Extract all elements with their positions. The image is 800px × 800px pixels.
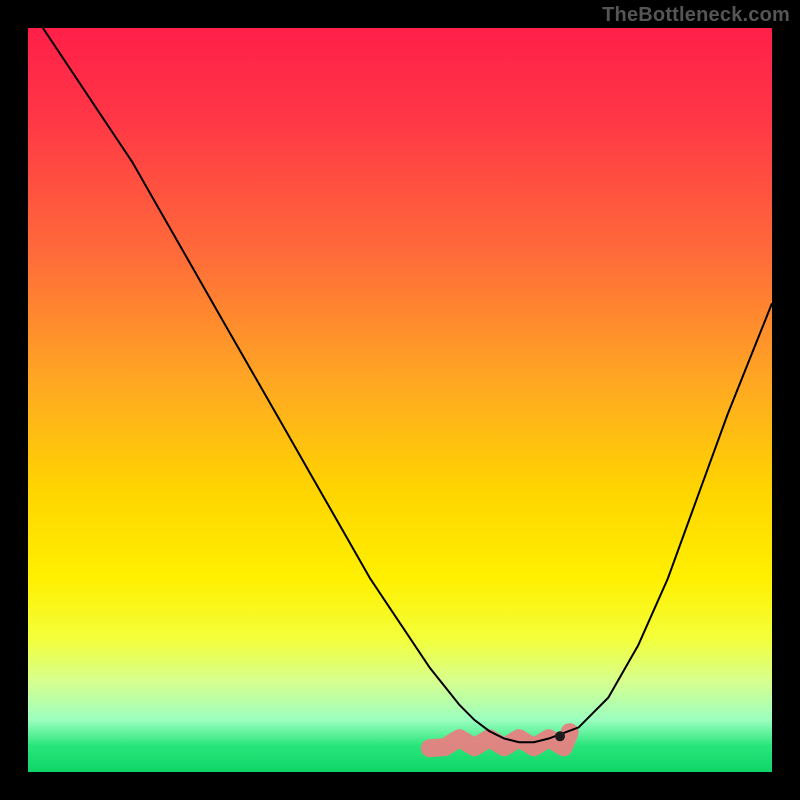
gradient-background <box>28 28 772 772</box>
highlight-dot <box>555 731 565 741</box>
chart-stage: TheBottleneck.com <box>0 0 800 800</box>
chart-svg <box>28 28 772 772</box>
sweet-spot-marker <box>430 732 570 748</box>
plot-area <box>28 28 772 772</box>
watermark-text: TheBottleneck.com <box>602 4 790 27</box>
